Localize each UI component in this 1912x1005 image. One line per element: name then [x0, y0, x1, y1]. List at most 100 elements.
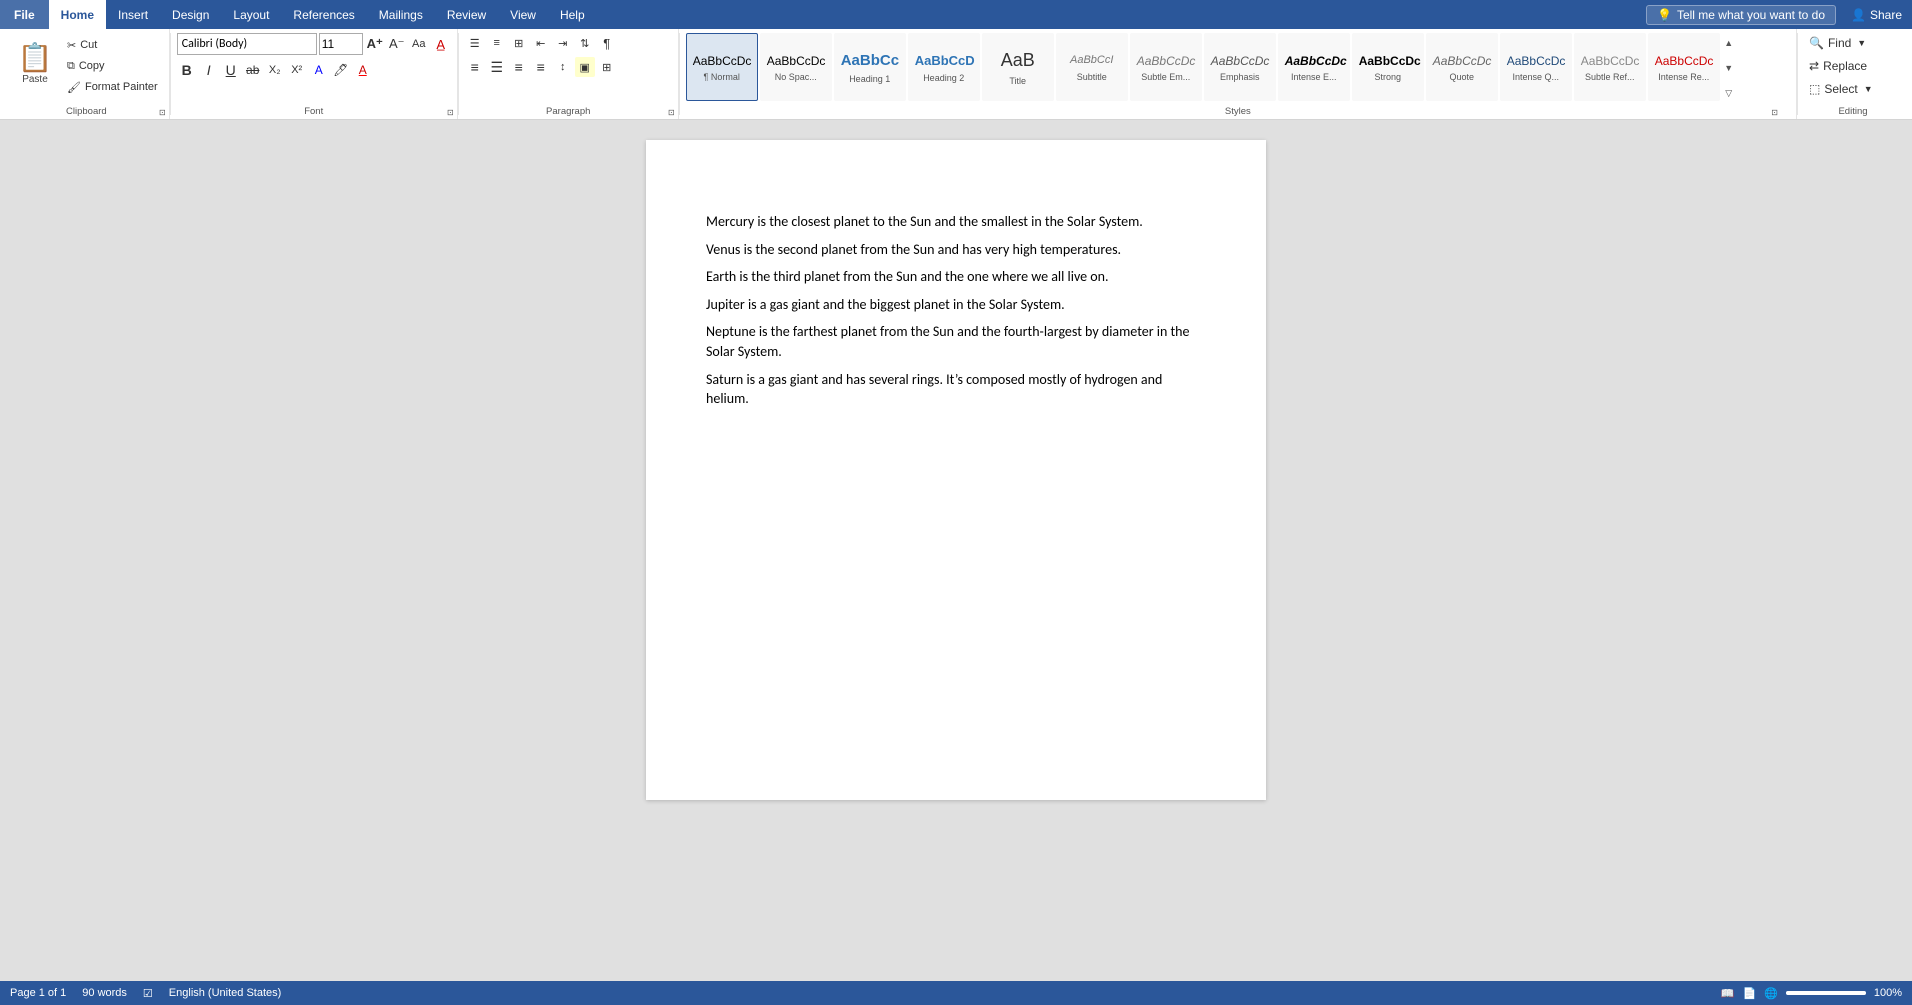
styles-scroll-down[interactable]: ▼: [1722, 58, 1736, 78]
decrease-font-button[interactable]: A⁻: [387, 34, 407, 54]
style-item-normal[interactable]: AaBbCcDc¶ Normal: [686, 33, 758, 101]
web-layout-icon[interactable]: 🌐: [1764, 987, 1778, 1000]
strikethrough-button[interactable]: ab: [243, 60, 263, 80]
underline-button[interactable]: U: [221, 60, 241, 80]
styles-scroll-up[interactable]: ▲: [1722, 33, 1736, 53]
change-case-button[interactable]: Aa: [409, 34, 429, 54]
styles-expand-icon[interactable]: ⊡: [1771, 108, 1778, 117]
text-effects-button[interactable]: A: [309, 60, 329, 80]
style-item-intense-q[interactable]: AaBbCcDcIntense Q...: [1500, 33, 1572, 101]
print-layout-icon[interactable]: 📄: [1742, 987, 1756, 1000]
tab-design[interactable]: Design: [160, 0, 221, 29]
style-item-intense-re[interactable]: AaBbCcDcIntense Re...: [1648, 33, 1720, 101]
bullets-button[interactable]: ☰: [465, 33, 485, 53]
superscript-button[interactable]: X²: [287, 60, 307, 80]
cut-icon: ✂: [67, 39, 76, 52]
doc-paragraph-2[interactable]: Earth is the third planet from the Sun a…: [706, 267, 1206, 287]
style-item-subtitle[interactable]: AaBbCcISubtitle: [1056, 33, 1128, 101]
style-name-intense-re: Intense Re...: [1651, 72, 1717, 82]
read-mode-icon[interactable]: 📖: [1721, 987, 1735, 1000]
tab-references[interactable]: References: [281, 0, 366, 29]
paragraph-expand-icon[interactable]: ⊡: [668, 108, 675, 117]
subscript-button[interactable]: X₂: [265, 60, 285, 80]
numbering-button[interactable]: ≡: [487, 33, 507, 53]
style-item-heading2[interactable]: AaBbCcDHeading 2: [908, 33, 980, 101]
doc-paragraph-1[interactable]: Venus is the second planet from the Sun …: [706, 240, 1206, 260]
content-area[interactable]: Mercury is the closest planet to the Sun…: [0, 120, 1912, 981]
find-button[interactable]: 🔍 Find ▼: [1804, 33, 1878, 53]
italic-button[interactable]: I: [199, 60, 219, 80]
style-item-emphasis[interactable]: AaBbCcDcEmphasis: [1204, 33, 1276, 101]
style-item-quote[interactable]: AaBbCcDcQuote: [1426, 33, 1498, 101]
show-hide-button[interactable]: ¶: [597, 33, 617, 53]
highlight-color-button[interactable]: 🖊: [331, 60, 351, 80]
tab-mailings[interactable]: Mailings: [367, 0, 435, 29]
replace-button[interactable]: ⇄ Replace: [1804, 56, 1878, 76]
font-size-input[interactable]: [319, 33, 363, 55]
para-row-1: ☰ ≡ ⊞ ⇤ ⇥ ⇅ ¶: [465, 33, 672, 53]
tab-home[interactable]: Home: [49, 0, 106, 29]
align-left-button[interactable]: ≡: [465, 57, 485, 77]
style-item-no-spacing[interactable]: AaBbCcDcNo Spac...: [760, 33, 832, 101]
tab-review[interactable]: Review: [435, 0, 498, 29]
tab-insert[interactable]: Insert: [106, 0, 160, 29]
doc-paragraph-4[interactable]: Neptune is the farthest planet from the …: [706, 322, 1206, 361]
style-item-intense-em[interactable]: AaBbCcDcIntense E...: [1278, 33, 1350, 101]
style-item-subtle-em[interactable]: AaBbCcDcSubtle Em...: [1130, 33, 1202, 101]
increase-font-button[interactable]: A⁺: [365, 34, 385, 54]
clear-format-button[interactable]: A̲: [431, 34, 451, 54]
multilevel-list-button[interactable]: ⊞: [509, 33, 529, 53]
doc-paragraph-3[interactable]: Jupiter is a gas giant and the biggest p…: [706, 295, 1206, 315]
select-button[interactable]: ⬚ Select ▼: [1804, 79, 1878, 99]
doc-paragraph-0[interactable]: Mercury is the closest planet to the Sun…: [706, 212, 1206, 232]
clipboard-content: 📋 Paste ✂ Cut ⧉ Copy 🖌 Format Painter: [10, 33, 163, 101]
clipboard-expand-icon[interactable]: ⊡: [159, 108, 166, 117]
styles-expand[interactable]: ▽: [1722, 83, 1736, 103]
status-left: Page 1 of 1 90 words ☑ English (United S…: [10, 987, 281, 1000]
replace-label: Replace: [1823, 59, 1867, 73]
font-name-input[interactable]: [177, 33, 317, 55]
tab-view[interactable]: View: [498, 0, 548, 29]
tab-help[interactable]: Help: [548, 0, 597, 29]
format-painter-button[interactable]: 🖌 Format Painter: [62, 77, 163, 97]
justify-button[interactable]: ≡: [531, 57, 551, 77]
document-page[interactable]: Mercury is the closest planet to the Sun…: [646, 140, 1266, 800]
right-bar: 💡 Tell me what you want to do 👤 Share: [1646, 0, 1912, 29]
style-name-quote: Quote: [1429, 72, 1495, 82]
increase-indent-button[interactable]: ⇥: [553, 33, 573, 53]
align-right-button[interactable]: ≡: [509, 57, 529, 77]
select-label: Select: [1824, 82, 1857, 96]
style-preview-strong: AaBbCcDc: [1355, 52, 1421, 70]
tab-layout[interactable]: Layout: [221, 0, 281, 29]
main-area: Mercury is the closest planet to the Sun…: [0, 120, 1912, 981]
style-item-subtle-ref[interactable]: AaBbCcDcSubtle Ref...: [1574, 33, 1646, 101]
tell-me-box[interactable]: 💡 Tell me what you want to do: [1646, 5, 1836, 25]
style-item-title[interactable]: AaBTitle: [982, 33, 1054, 101]
font-expand-icon[interactable]: ⊡: [447, 108, 454, 117]
status-zoom: 100%: [1874, 987, 1902, 999]
cut-button[interactable]: ✂ Cut: [62, 35, 163, 55]
share-icon: 👤: [1851, 8, 1866, 22]
paste-icon: 📋: [18, 44, 53, 72]
doc-paragraph-5[interactable]: Saturn is a gas giant and has several ri…: [706, 370, 1206, 409]
shading-button[interactable]: ▣: [575, 57, 595, 77]
font-color-button[interactable]: A: [353, 60, 373, 80]
format-painter-label: Format Painter: [85, 81, 158, 93]
share-button[interactable]: 👤 Share: [1851, 8, 1902, 22]
style-item-strong[interactable]: AaBbCcDcStrong: [1352, 33, 1424, 101]
styles-section: AaBbCcDc¶ NormalAaBbCcDcNo Spac...AaBbCc…: [680, 29, 1797, 119]
paste-button[interactable]: 📋 Paste: [10, 33, 60, 95]
style-name-subtle-ref: Subtle Ref...: [1577, 72, 1643, 82]
bold-button[interactable]: B: [177, 60, 197, 80]
decrease-indent-button[interactable]: ⇤: [531, 33, 551, 53]
copy-button[interactable]: ⧉ Copy: [62, 56, 163, 76]
style-preview-heading2: AaBbCcD: [911, 51, 977, 71]
sort-button[interactable]: ⇅: [575, 33, 595, 53]
style-item-heading1[interactable]: AaBbCcHeading 1: [834, 33, 906, 101]
zoom-slider[interactable]: [1786, 991, 1866, 995]
line-spacing-button[interactable]: ↕: [553, 57, 573, 77]
borders-button[interactable]: ⊞: [597, 57, 617, 77]
tab-file[interactable]: File: [0, 0, 49, 29]
font-row-2: B I U ab X₂ X² A 🖊 A: [177, 60, 451, 80]
align-center-button[interactable]: ☰: [487, 57, 507, 77]
